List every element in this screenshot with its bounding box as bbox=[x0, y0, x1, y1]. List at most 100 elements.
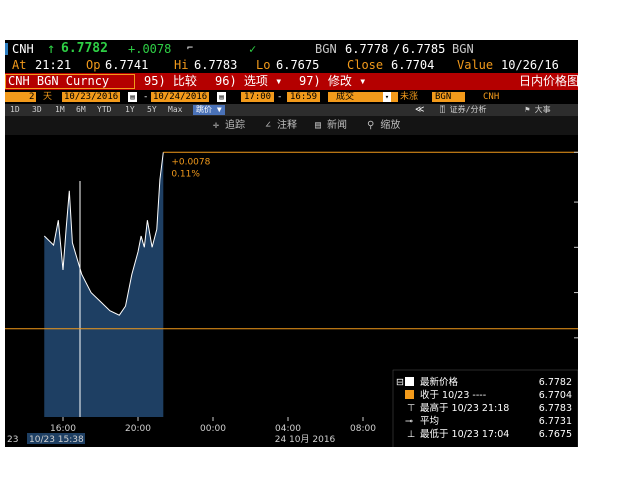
at-time: 21:21 bbox=[35, 58, 72, 72]
collapse-button[interactable]: ≪ bbox=[415, 104, 424, 116]
magnifier-icon: ⚲ bbox=[367, 120, 381, 131]
start-calendar-icon[interactable]: ▤ bbox=[128, 92, 137, 102]
ticker: CNH bbox=[12, 42, 34, 56]
period-number[interactable]: 2 bbox=[5, 92, 37, 102]
track-tool[interactable]: ✛ 追踪 bbox=[213, 116, 245, 135]
value-date: 10/26/16 bbox=[501, 58, 559, 72]
chart-tools: ✛ 追踪 ∠ 注释 ▤ 新闻 ⚲ 缩放 bbox=[5, 116, 578, 135]
open-price: 6.7741 bbox=[105, 58, 149, 72]
source-field[interactable]: BGN bbox=[432, 92, 466, 102]
legend-high-icon: ⊤ bbox=[407, 403, 415, 414]
x-tick-label: 00:00 bbox=[200, 424, 226, 434]
edit-menu[interactable]: 97) 修改 ▾ bbox=[299, 73, 366, 90]
pencil-icon: ∠ bbox=[265, 120, 278, 131]
value-label: Value bbox=[457, 58, 494, 72]
up-arrow-icon: ↑ bbox=[47, 41, 56, 57]
legend: ⊟ 最新价格 6.7782 收于 10/23 ---- 6.7704 ⊤ 最高于… bbox=[392, 369, 578, 447]
end-time-field[interactable]: 16:59 bbox=[287, 92, 321, 102]
chart-title: 日内价格图 bbox=[519, 74, 578, 88]
legend-collapse-icon: ⊟ bbox=[396, 377, 404, 388]
zoom-label: 缩放 bbox=[380, 120, 401, 131]
date-controls: 2 天 10/23/2016 ▤ - 10/24/2016 ▤ 17:00 - … bbox=[5, 90, 578, 104]
legend-value-close: 6.7704 bbox=[539, 390, 572, 401]
date-day-label: 23 bbox=[7, 435, 18, 445]
close-price: 6.7704 bbox=[391, 58, 435, 72]
news-flag-button[interactable]: ⚑ 大事 bbox=[525, 104, 551, 116]
tick-icon: ✓ bbox=[249, 42, 257, 56]
x-tick-label: 16:00 bbox=[50, 424, 76, 434]
legend-swatch-close bbox=[405, 390, 414, 399]
end-date-field[interactable]: 10/24/2016 bbox=[151, 92, 210, 102]
crosshair-icon: ✛ bbox=[213, 120, 226, 131]
close-label: Close bbox=[347, 58, 384, 72]
chart-type-select[interactable]: 跳价 ▼ bbox=[193, 105, 225, 115]
start-date-field[interactable]: 10/23/2016 bbox=[62, 92, 121, 102]
chart-icon: ⍐ bbox=[440, 105, 450, 114]
range-3d[interactable]: 3D bbox=[32, 104, 42, 116]
range-5y[interactable]: 5Y bbox=[147, 104, 157, 116]
legend-label-close: 收于 10/23 ---- bbox=[420, 389, 486, 401]
high-label: Hi bbox=[174, 58, 189, 72]
track-label: 追踪 bbox=[225, 120, 246, 131]
low-price: 6.7675 bbox=[276, 58, 320, 72]
net-change: +.0078 bbox=[128, 42, 172, 56]
ask-source: BGN bbox=[452, 42, 474, 56]
date-mid-label: 24 10月 2016 bbox=[275, 434, 336, 445]
bid-price: 6.7778 bbox=[345, 42, 389, 56]
range-1d[interactable]: 1D bbox=[10, 104, 20, 116]
news-tool[interactable]: ▤ 新闻 bbox=[315, 116, 347, 135]
open-label: Op bbox=[86, 58, 101, 72]
time-range-dash: - bbox=[277, 92, 283, 102]
annotate-label: 注释 bbox=[277, 120, 298, 131]
events-label: 证券/分析 bbox=[449, 105, 487, 114]
range-6m[interactable]: 6M bbox=[76, 104, 86, 116]
security-field[interactable]: CNH BGN Curncy bbox=[5, 74, 135, 89]
news-flag-label: 大事 bbox=[534, 105, 551, 114]
at-label: At bbox=[12, 58, 27, 72]
annotate-tool[interactable]: ∠ 注释 bbox=[265, 116, 297, 135]
low-label: Lo bbox=[256, 58, 271, 72]
legend-average-icon: ⊸ bbox=[405, 416, 413, 427]
flag-icon: ⚑ bbox=[525, 105, 535, 114]
ticker-marker bbox=[5, 43, 8, 55]
bid-ask-sep: / bbox=[393, 42, 401, 56]
change-pct-label: 0.11% bbox=[171, 169, 200, 179]
news-label: 新闻 bbox=[327, 120, 348, 131]
trend-icon: ⌐ bbox=[187, 43, 194, 54]
zoom-tool[interactable]: ⚲ 缩放 bbox=[367, 116, 400, 135]
start-time-field[interactable]: 17:00 bbox=[241, 92, 275, 102]
date-range-dash: - bbox=[143, 92, 149, 102]
intraday-price-chart[interactable]: +0.00780.11%6.76806.77006.77206.77406.77… bbox=[5, 135, 578, 447]
date-cursor-label: 10/23 15:38 bbox=[29, 435, 84, 445]
legend-label-average: 平均 bbox=[420, 415, 439, 427]
legend-label-low: 最低于 10/23 17:04 bbox=[420, 428, 509, 440]
x-tick-label: 08:00 bbox=[350, 424, 376, 434]
legend-value-average: 6.7731 bbox=[539, 416, 572, 427]
options-menu[interactable]: 96) 选项 ▾ bbox=[215, 73, 282, 90]
legend-label-last: 最新价格 bbox=[420, 376, 459, 388]
x-tick-label: 04:00 bbox=[275, 424, 301, 434]
currency-label: CNH bbox=[483, 92, 500, 102]
range-max[interactable]: Max bbox=[168, 104, 182, 116]
ask-price: 6.7785 bbox=[402, 42, 446, 56]
range-toolbar: 1D 3D 1M 6M YTD 1Y 5Y Max 跳价 ▼ ≪ ⍐ 证券/分析… bbox=[5, 104, 578, 116]
last-price: 6.7782 bbox=[61, 41, 108, 56]
x-tick-label: 20:00 bbox=[125, 424, 151, 434]
legend-low-icon: ⊥ bbox=[407, 429, 415, 440]
quote-line: CNH ↑ 6.7782 +.0078 ⌐ ✓ BGN 6.7778 / 6.7… bbox=[5, 40, 578, 58]
events-button[interactable]: ⍐ 证券/分析 bbox=[440, 104, 510, 116]
price-area bbox=[44, 152, 164, 418]
terminal-window: CNH ↑ 6.7782 +.0078 ⌐ ✓ BGN 6.7778 / 6.7… bbox=[5, 40, 578, 447]
end-calendar-icon[interactable]: ▤ bbox=[217, 92, 226, 102]
news-icon: ▤ bbox=[315, 120, 328, 131]
range-1y[interactable]: 1Y bbox=[125, 104, 135, 116]
mode-label[interactable]: 未涨 bbox=[400, 90, 418, 104]
legend-value-low: 6.7675 bbox=[539, 429, 572, 440]
range-ytd[interactable]: YTD bbox=[97, 104, 111, 116]
range-1m[interactable]: 1M bbox=[55, 104, 65, 116]
field-dropdown-icon[interactable]: ▾ bbox=[383, 92, 391, 102]
period-unit[interactable]: 天 bbox=[43, 90, 52, 104]
compare-button[interactable]: 95) 比较 bbox=[144, 73, 197, 90]
menu-bar: CNH BGN Curncy 95) 比较 96) 选项 ▾ 97) 修改 ▾ … bbox=[5, 73, 578, 90]
change-label: +0.0078 bbox=[171, 157, 210, 167]
